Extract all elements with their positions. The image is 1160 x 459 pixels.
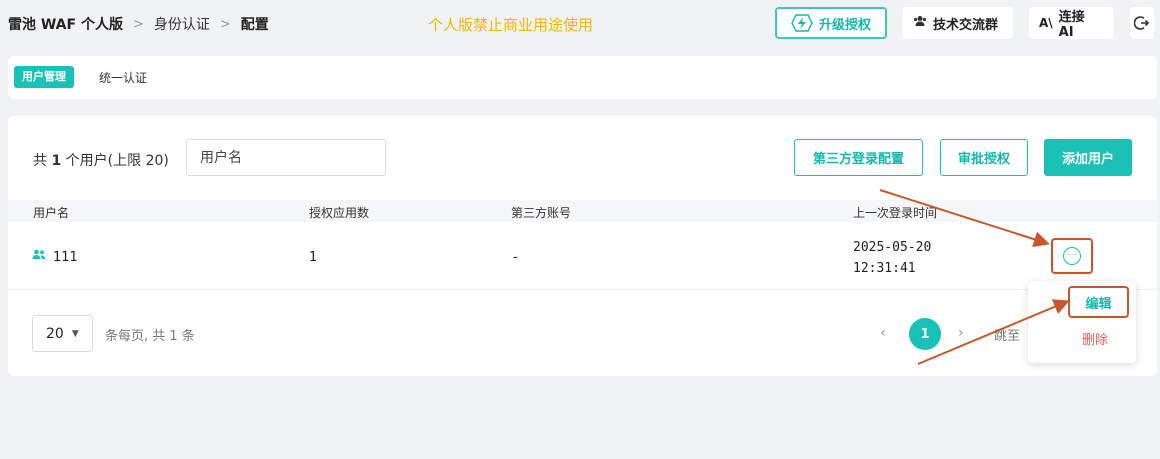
table-row: 111 1 - 2025-05-20 12:31:41 ··· bbox=[8, 224, 1157, 290]
edit-menu-item[interactable]: 编辑 bbox=[1068, 286, 1129, 318]
column-third-party: 第三方账号 bbox=[511, 206, 572, 220]
upgrade-label: 升级授权 bbox=[818, 17, 871, 33]
user-list-card: 共 1 个用户(上限 20) 第三方登录配置 审批授权 添加用户 用户名 授权应… bbox=[8, 116, 1157, 376]
users-icon bbox=[913, 15, 927, 31]
more-icon: ··· bbox=[1063, 247, 1081, 265]
cell-app-count: 1 bbox=[309, 250, 318, 265]
last-login-date: 2025-05-20 bbox=[853, 240, 932, 255]
prev-page-button[interactable]: ‹ bbox=[880, 325, 886, 341]
delete-menu-item[interactable]: 删除 bbox=[1082, 329, 1108, 348]
ai-icon: A\ bbox=[1039, 16, 1053, 30]
breadcrumb-separator: > bbox=[132, 16, 144, 32]
breadcrumb-current: 配置 bbox=[240, 17, 269, 33]
lightning-icon bbox=[791, 14, 813, 32]
count-suffix: 个用户(上限 20) bbox=[65, 153, 169, 169]
license-notice: 个人版禁止商业用途使用 bbox=[428, 16, 594, 34]
caret-down-icon: ▼ bbox=[71, 328, 79, 339]
username-search-input[interactable] bbox=[186, 139, 386, 176]
breadcrumb-separator: > bbox=[219, 16, 231, 32]
breadcrumb-section[interactable]: 身份认证 bbox=[154, 14, 210, 34]
next-page-button[interactable]: › bbox=[958, 325, 964, 341]
connect-ai-label: 连接 AI bbox=[1058, 10, 1085, 40]
column-last-login: 上一次登录时间 bbox=[853, 206, 938, 220]
cell-last-login: 2025-05-20 12:31:41 bbox=[853, 237, 931, 279]
column-app-count: 授权应用数 bbox=[309, 206, 370, 220]
table-header: 用户名 授权应用数 第三方账号 上一次登录时间 bbox=[8, 200, 1157, 222]
logout-icon bbox=[1134, 16, 1150, 30]
tab-unified-auth[interactable]: 统一认证 bbox=[99, 69, 147, 86]
cell-username: 111 bbox=[53, 250, 78, 265]
page-size-select[interactable]: 20 ▼ bbox=[32, 315, 93, 352]
tech-group-button[interactable]: 技术交流群 bbox=[903, 7, 1013, 39]
upgrade-button[interactable]: 升级授权 bbox=[775, 7, 887, 39]
jump-label: 跳至 bbox=[994, 329, 1021, 344]
approve-authorization-button[interactable]: 审批授权 bbox=[940, 139, 1028, 176]
count-prefix: 共 bbox=[33, 153, 47, 169]
row-action-menu: 编辑 删除 bbox=[1028, 281, 1136, 363]
page-size-value: 20 bbox=[46, 325, 64, 342]
tab-user-management[interactable]: 用户管理 bbox=[14, 66, 74, 88]
logout-button[interactable] bbox=[1130, 7, 1154, 39]
count-value: 1 bbox=[51, 153, 62, 169]
tabs-card: 用户管理 统一认证 bbox=[8, 56, 1157, 99]
column-username: 用户名 bbox=[33, 206, 70, 220]
last-login-time: 12:31:41 bbox=[853, 261, 916, 276]
cell-third-party: - bbox=[513, 250, 518, 265]
user-count: 共 1 个用户(上限 20) bbox=[33, 150, 169, 170]
connect-ai-button[interactable]: A\ 连接 AI bbox=[1029, 7, 1113, 40]
breadcrumb-app[interactable]: 雷池 WAF 个人版 bbox=[8, 14, 123, 34]
row-more-button[interactable]: ··· bbox=[1051, 238, 1093, 274]
breadcrumb: 雷池 WAF 个人版 > 身份认证 > 配置 bbox=[8, 14, 269, 34]
tech-group-label: 技术交流群 bbox=[933, 17, 999, 33]
top-bar: 雷池 WAF 个人版 > 身份认证 > 配置 个人版禁止商业用途使用 升级授权 … bbox=[0, 0, 1160, 46]
thirdparty-login-config-button[interactable]: 第三方登录配置 bbox=[794, 139, 923, 176]
user-group-icon bbox=[32, 249, 46, 263]
page-1-button[interactable]: 1 bbox=[909, 318, 941, 350]
add-user-button[interactable]: 添加用户 bbox=[1044, 139, 1132, 176]
page-info: 条每页, 共 1 条 bbox=[105, 329, 195, 344]
